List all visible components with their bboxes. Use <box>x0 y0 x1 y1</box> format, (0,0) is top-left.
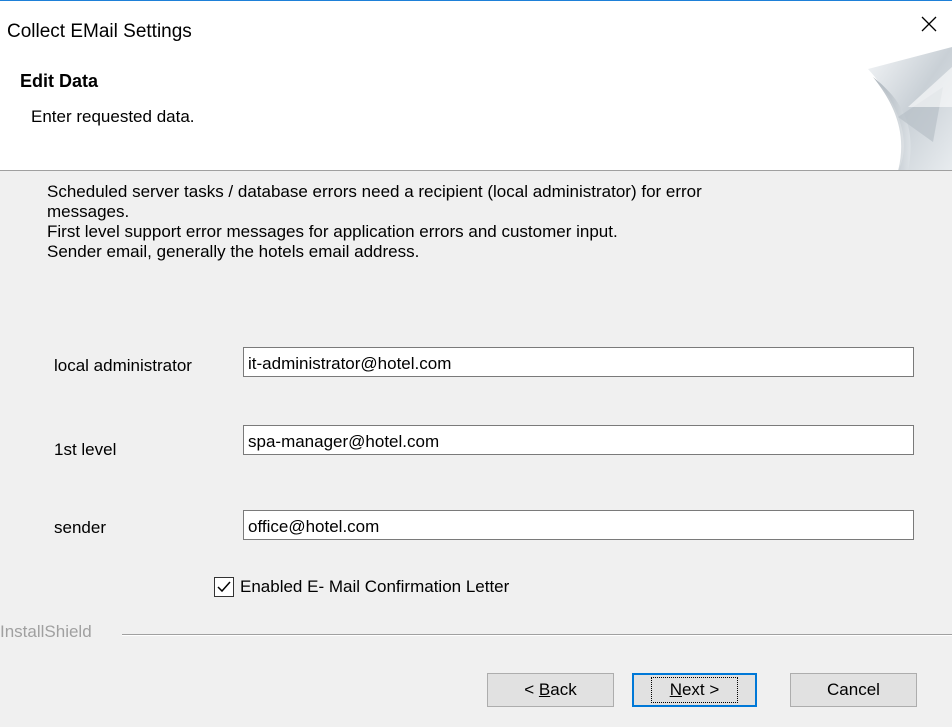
description-text: Scheduled server tasks / database errors… <box>47 182 887 262</box>
close-icon <box>921 16 937 32</box>
next-button[interactable]: Next > <box>632 673 757 707</box>
next-button-label: Next > <box>650 677 739 703</box>
footer-divider <box>122 634 952 636</box>
sender-label: sender <box>54 518 106 537</box>
local-administrator-input[interactable]: it-administrator@hotel.com <box>243 347 914 377</box>
email-confirmation-label: Enabled E- Mail Confirmation Letter <box>240 577 510 596</box>
header-panel: Edit Data Enter requested data. <box>0 47 952 171</box>
description-line: Sender email, generally the hotels email… <box>47 242 420 261</box>
installshield-brand: InstallShield <box>0 622 92 641</box>
title-bar: Collect EMail Settings <box>0 0 952 47</box>
local-administrator-label: local administrator <box>54 356 192 375</box>
first-level-label: 1st level <box>54 440 117 459</box>
cancel-button[interactable]: Cancel <box>790 673 917 707</box>
email-confirmation-checkbox[interactable] <box>214 577 234 597</box>
back-button-label: < Back <box>524 680 577 699</box>
description-line: First level support error messages for a… <box>47 222 618 241</box>
window-title: Collect EMail Settings <box>7 21 192 42</box>
back-button[interactable]: < Back <box>487 673 614 707</box>
page-subtitle: Enter requested data. <box>31 107 195 126</box>
installer-graphic-icon <box>868 47 952 170</box>
email-confirmation-checkbox-row[interactable]: Enabled E- Mail Confirmation Letter <box>214 577 509 597</box>
sender-input[interactable]: office@hotel.com <box>243 510 914 540</box>
description-line: messages. <box>47 202 130 221</box>
page-title: Edit Data <box>20 71 99 91</box>
description-line: Scheduled server tasks / database errors… <box>47 182 702 201</box>
checkmark-icon <box>217 581 231 593</box>
close-button[interactable] <box>906 2 952 46</box>
first-level-input[interactable]: spa-manager@hotel.com <box>243 425 914 455</box>
